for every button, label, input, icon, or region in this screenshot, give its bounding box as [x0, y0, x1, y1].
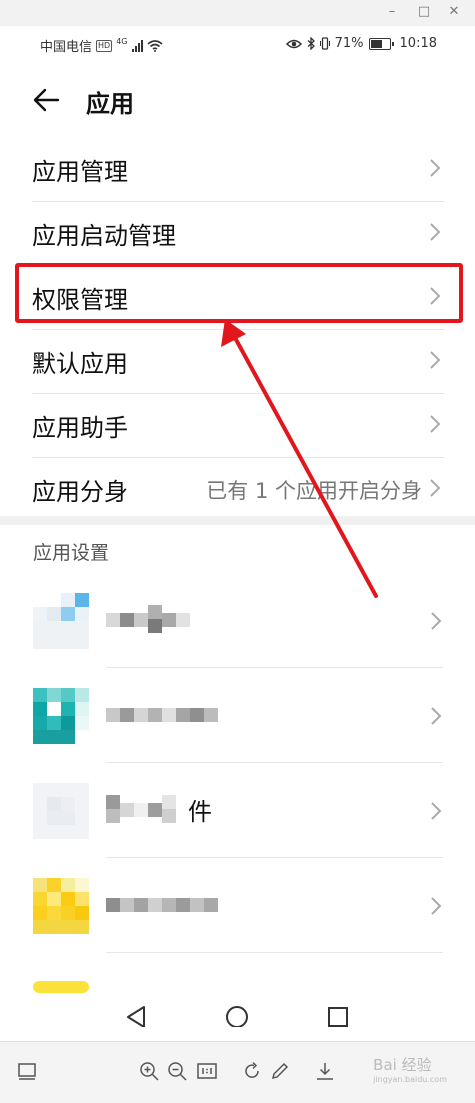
watermark-sub: jingyan.baidu.com — [373, 1075, 447, 1084]
chevron-right-icon — [430, 223, 441, 241]
minimize-icon[interactable]: – — [384, 4, 400, 19]
menu-item-app-management[interactable]: 应用管理 — [32, 138, 444, 202]
menu-item-label: 应用助手 — [32, 414, 128, 442]
actual-size-icon[interactable] — [196, 1060, 218, 1082]
chevron-right-icon — [430, 159, 441, 177]
carrier-label: 中国电信 — [40, 40, 93, 55]
page-title: 应用 — [86, 90, 134, 118]
close-icon[interactable]: ✕ — [446, 4, 462, 19]
eye-comfort-icon — [285, 39, 302, 48]
zoom-in-icon[interactable] — [138, 1060, 160, 1082]
clock: 10:18 — [399, 36, 437, 51]
vibrate-icon — [319, 37, 330, 50]
list-item-partial[interactable] — [0, 953, 475, 993]
image-viewer-toolbar: Bai 经验 jingyan.baidu.com — [0, 1041, 475, 1103]
wifi-icon — [146, 39, 163, 52]
page-header: 应用 — [0, 78, 475, 126]
chevron-right-icon — [431, 612, 442, 630]
menu-item-app-assistant[interactable]: 应用助手 — [32, 394, 444, 458]
list-item[interactable]: 件 — [0, 763, 475, 858]
app-menu-list: 应用管理 应用启动管理 权限管理 默认应用 应用助手 应用分身 已有 1 个应用… — [32, 138, 444, 521]
nav-home-icon[interactable] — [222, 1002, 252, 1027]
nav-recents-icon[interactable] — [323, 1002, 353, 1027]
chevron-right-icon — [430, 415, 441, 433]
app-icon-pixelated — [33, 878, 89, 934]
watermark: Bai 经验 jingyan.baidu.com — [373, 1054, 447, 1084]
menu-item-subtitle: 已有 1 个应用开启分身 — [206, 479, 422, 503]
chevron-right-icon — [431, 707, 442, 725]
status-bar: 中国电信 HD 4G 71% 10:18 — [0, 26, 475, 62]
chevron-right-icon — [431, 897, 442, 915]
chevron-right-icon — [430, 351, 441, 369]
screen-icon[interactable] — [16, 1060, 38, 1082]
list-item[interactable] — [0, 858, 475, 953]
list-item[interactable] — [0, 573, 475, 668]
hd-badge: HD — [96, 39, 113, 52]
menu-item-startup-management[interactable]: 应用启动管理 — [32, 202, 444, 266]
app-icon-pixelated — [33, 783, 89, 839]
menu-item-label: 应用分身 — [32, 478, 128, 506]
phone-screen: 中国电信 HD 4G 71% 10:18 应用 应用管理 应用启动管理 权限管理… — [0, 26, 475, 1027]
chevron-right-icon — [431, 802, 442, 820]
bluetooth-icon — [307, 37, 315, 50]
system-nav-bar — [0, 986, 475, 1027]
menu-item-app-twin[interactable]: 应用分身 已有 1 个应用开启分身 — [32, 458, 444, 521]
app-settings-list: 件 — [0, 573, 475, 993]
app-icon-pixelated — [33, 593, 89, 649]
app-name-pixelated — [106, 605, 190, 633]
menu-item-label: 应用启动管理 — [32, 222, 176, 250]
back-arrow-icon[interactable] — [30, 84, 62, 116]
download-icon[interactable] — [314, 1060, 336, 1082]
battery-percent: 71% — [334, 36, 364, 51]
edit-pencil-icon[interactable] — [269, 1060, 291, 1082]
menu-item-label: 默认应用 — [32, 350, 128, 378]
window-titlebar: – □ ✕ — [0, 0, 475, 26]
battery-icon — [368, 37, 394, 50]
section-divider — [0, 516, 475, 525]
network-type: 4G — [116, 37, 128, 46]
app-icon-pixelated — [33, 688, 89, 744]
app-name-pixelated — [106, 898, 218, 912]
chevron-right-icon — [430, 479, 441, 497]
app-name-pixelated — [106, 708, 218, 722]
list-item[interactable] — [0, 668, 475, 763]
annotation-highlight-box — [15, 263, 463, 323]
menu-item-default-apps[interactable]: 默认应用 — [32, 330, 444, 394]
zoom-out-icon[interactable] — [166, 1060, 188, 1082]
nav-back-icon[interactable] — [122, 1002, 152, 1027]
rotate-icon[interactable] — [241, 1060, 263, 1082]
signal-icon — [131, 39, 143, 52]
app-name-pixelated — [106, 795, 176, 823]
app-name-visible-text: 件 — [188, 798, 212, 826]
watermark-text: Bai 经验 — [373, 1056, 432, 1074]
maximize-icon[interactable]: □ — [416, 4, 432, 19]
menu-item-label: 应用管理 — [32, 158, 128, 186]
section-title: 应用设置 — [33, 542, 110, 564]
